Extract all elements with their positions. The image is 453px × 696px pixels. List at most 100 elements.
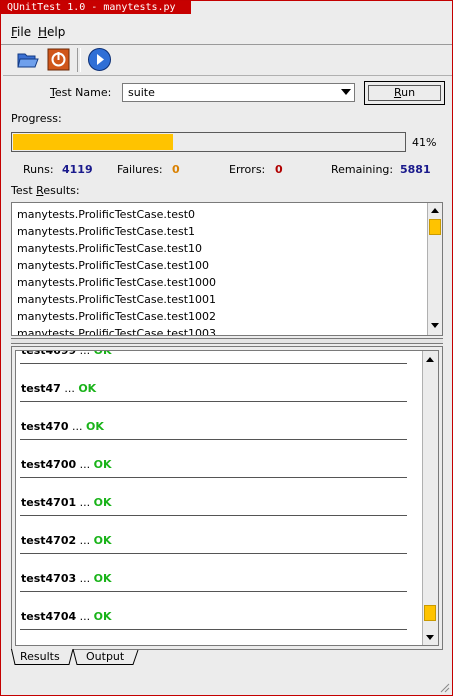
test-name: test47 (21, 382, 61, 395)
test-name-value: suite (128, 86, 155, 99)
progress-fill (13, 134, 173, 150)
test-results-list[interactable]: manytests.ProlificTestCase.test0 manytes… (11, 202, 443, 336)
test-name: test470 (21, 420, 69, 433)
tab-output[interactable]: Output (86, 649, 124, 665)
test-name-label: Test Name: (50, 86, 111, 99)
play-icon (88, 48, 111, 71)
separator-dots: ... (68, 420, 86, 433)
test-name-label-rest: est Name: (54, 86, 112, 99)
list-item[interactable]: manytests.ProlificTestCase.test100 (17, 259, 209, 272)
open-button[interactable] (15, 47, 40, 72)
output-row-text: test4700 ... OK (21, 458, 112, 471)
errors-value: 0 (275, 163, 283, 176)
run-button-label-rest: un (401, 86, 416, 99)
remaining-value: 5881 (400, 163, 431, 176)
runs-value: 4119 (62, 163, 93, 176)
separator-dots: ... (76, 496, 94, 509)
menu-help-mnemonic: H (38, 25, 48, 39)
test-results-label-b: esults: (43, 184, 80, 197)
separator-dots: ... (76, 610, 94, 623)
menu-help[interactable]: Help (38, 25, 65, 39)
list-item[interactable]: manytests.ProlificTestCase.test1002 (17, 310, 216, 323)
stop-icon (47, 48, 70, 71)
output-row-text: test470 ... OK (21, 420, 104, 433)
list-item: test4703 ... OK (20, 554, 407, 592)
window-title-bar[interactable]: QUnitTest 1.0 - manytests.py (1, 1, 191, 14)
failures-value: 0 (172, 163, 180, 176)
menu-file[interactable]: File (11, 25, 31, 39)
status-ok: OK (93, 496, 112, 509)
runs-label: Runs: (23, 163, 54, 176)
separator-dots: ... (76, 458, 94, 471)
errors-label: Errors: (229, 163, 266, 176)
list-item: test4702 ... OK (20, 516, 407, 554)
resize-grip-icon[interactable] (440, 683, 450, 693)
menu-help-rest: elp (47, 25, 66, 39)
progress-label: Progress: (11, 112, 62, 125)
separator-dots: ... (60, 382, 79, 395)
list-item: test47 ... OK (20, 364, 407, 402)
scroll-up-arrow-icon[interactable] (431, 208, 439, 213)
test-results-label: Test Results: (11, 184, 80, 197)
menu-bar: File Help (1, 20, 452, 45)
test-results-label-a: Test (11, 184, 37, 197)
status-ok: OK (93, 350, 112, 357)
scroll-down-arrow-icon[interactable] (431, 323, 439, 328)
output-tab-panel: test4699 ... OK test47 ... OK test470 ..… (11, 346, 443, 650)
separator-dots: ... (76, 572, 94, 585)
output-row-text: test47 ... OK (21, 382, 96, 395)
output-row-text: test4699 ... OK (21, 350, 112, 357)
output-scrollbar[interactable] (422, 351, 438, 645)
toolbar (3, 45, 452, 76)
output-row-text: test4701 ... OK (21, 496, 112, 509)
progress-bar (11, 132, 406, 152)
list-item[interactable]: manytests.ProlificTestCase.test10 (17, 242, 202, 255)
scroll-up-arrow-icon[interactable] (426, 357, 434, 362)
remaining-label: Remaining: (331, 163, 394, 176)
scrollbar-thumb[interactable] (424, 605, 436, 621)
status-ok: OK (93, 458, 112, 471)
list-item[interactable]: manytests.ProlificTestCase.test1001 (17, 293, 216, 306)
folder-open-icon (17, 53, 39, 68)
scrollbar-thumb[interactable] (429, 219, 441, 235)
status-ok: OK (85, 420, 104, 433)
status-ok: OK (93, 610, 112, 623)
list-item[interactable]: manytests.ProlificTestCase.test0 (17, 208, 195, 221)
stop-button[interactable] (46, 47, 71, 72)
chevron-down-icon[interactable] (341, 89, 351, 95)
list-item: test4700 ... OK (20, 440, 407, 478)
separator-dots: ... (76, 350, 94, 357)
list-item[interactable]: manytests.ProlificTestCase.test1 (17, 225, 195, 238)
list-item: test4699 ... OK (20, 350, 407, 364)
main-window: QUnitTest 1.0 - manytests.py File Help T… (0, 0, 453, 696)
separator-dots: ... (76, 534, 94, 547)
test-name: test4701 (21, 496, 77, 509)
list-item[interactable]: manytests.ProlificTestCase.test1000 (17, 276, 216, 289)
test-name: test4700 (21, 458, 77, 471)
test-name-combobox[interactable]: suite (122, 83, 355, 102)
scroll-down-arrow-icon[interactable] (426, 635, 434, 640)
run-toolbar-button[interactable] (87, 47, 112, 72)
list-item[interactable]: manytests.ProlificTestCase.test1003 (17, 327, 216, 335)
run-button[interactable]: Run (368, 85, 441, 101)
test-name: test4704 (21, 610, 77, 623)
pane-splitter[interactable] (11, 338, 443, 344)
list-item: test4704 ... OK (20, 592, 407, 630)
test-name: test4702 (21, 534, 77, 547)
toolbar-separator (77, 48, 81, 72)
output-row-text: test4703 ... OK (21, 572, 112, 585)
results-scrollbar[interactable] (427, 203, 442, 335)
run-button-frame: Run (364, 81, 445, 105)
progress-percent: 41% (412, 136, 437, 149)
list-item: test4701 ... OK (20, 478, 407, 516)
test-name: test4699 (21, 350, 77, 357)
window-title: QUnitTest 1.0 - manytests.py (7, 2, 176, 13)
tab-results[interactable]: Results (20, 649, 60, 665)
output-list[interactable]: test4699 ... OK test47 ... OK test470 ..… (15, 350, 439, 646)
tab-bar: Results Output (11, 649, 443, 665)
status-ok: OK (78, 382, 97, 395)
output-row-text: test4702 ... OK (21, 534, 112, 547)
menu-file-rest: ile (17, 25, 32, 39)
status-ok: OK (93, 534, 112, 547)
list-item: test470 ... OK (20, 402, 407, 440)
